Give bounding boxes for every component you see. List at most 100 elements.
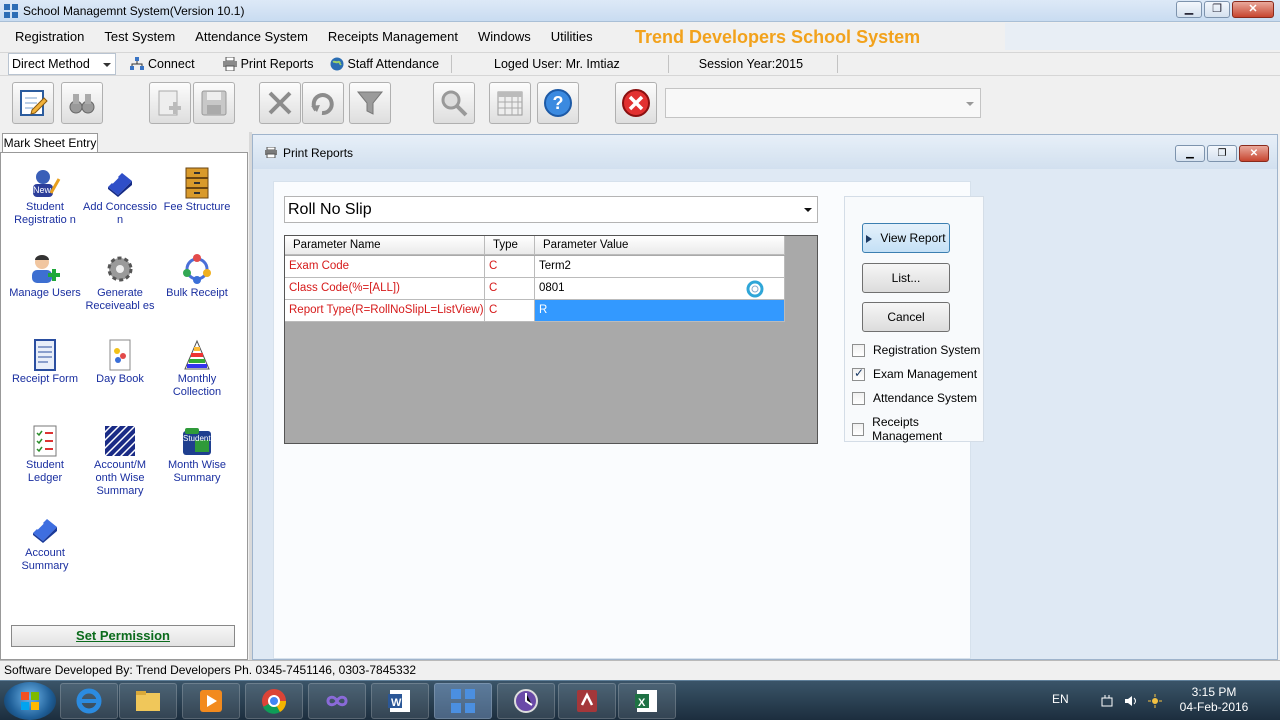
taskbar-ie[interactable] bbox=[60, 683, 118, 719]
student-month-wise-summary-item[interactable]: Student Month Wise Summary bbox=[160, 425, 234, 485]
connect-button[interactable]: Connect bbox=[122, 53, 203, 75]
taskbar-excel[interactable]: X bbox=[618, 683, 676, 719]
restore-button[interactable]: ❐ bbox=[1204, 1, 1230, 18]
delete-button[interactable] bbox=[259, 82, 301, 124]
search-binoculars-button[interactable] bbox=[61, 82, 103, 124]
cancel-button[interactable]: Cancel bbox=[862, 302, 950, 332]
checkbox-exam-management[interactable]: Exam Management bbox=[852, 366, 977, 381]
day-book-label: Day Book bbox=[96, 373, 144, 385]
tab-mark-sheet-entry[interactable]: Mark Sheet Entry bbox=[2, 133, 98, 153]
account-summary-label: Account Summary bbox=[21, 547, 69, 572]
find-button[interactable] bbox=[433, 82, 475, 124]
start-button[interactable] bbox=[4, 682, 56, 720]
header-parameter-value[interactable]: Parameter Value bbox=[535, 236, 785, 255]
view-report-button[interactable]: View Report bbox=[862, 223, 950, 253]
checkbox-attendance-system[interactable]: Attendance System bbox=[852, 391, 977, 405]
set-permission-button[interactable]: Set Permission bbox=[11, 625, 235, 647]
table-row[interactable]: Exam Code C Term2 bbox=[285, 256, 785, 278]
add-button[interactable] bbox=[149, 82, 191, 124]
eraser-blue-icon bbox=[33, 519, 57, 543]
menu-receipts-management[interactable]: Receipts Management bbox=[318, 23, 468, 50]
table-row[interactable]: Report Type(R=RollNoSlipL=ListView) C R bbox=[285, 300, 785, 322]
menu-utilities[interactable]: Utilities bbox=[541, 23, 603, 50]
menu-attendance-system[interactable]: Attendance System bbox=[185, 23, 318, 50]
svg-text:W: W bbox=[391, 697, 402, 709]
student-registration-item[interactable]: New Student Registratio n bbox=[8, 167, 82, 227]
taskbar-explorer[interactable] bbox=[119, 683, 177, 719]
method-select[interactable]: Direct Method bbox=[8, 53, 116, 75]
menu-test-system[interactable]: Test System bbox=[94, 23, 185, 50]
filter-button[interactable] bbox=[349, 82, 391, 124]
internet-explorer-icon bbox=[76, 688, 102, 714]
param-value-cell[interactable]: 0801 bbox=[535, 278, 785, 300]
taskbar-access[interactable] bbox=[558, 683, 616, 719]
table-row[interactable]: Class Code(%=[ALL]) C 0801 bbox=[285, 278, 785, 300]
save-button[interactable] bbox=[193, 82, 235, 124]
palette-icon bbox=[184, 339, 210, 370]
language-indicator[interactable]: EN bbox=[1052, 692, 1069, 706]
header-type[interactable]: Type bbox=[485, 236, 535, 255]
taskbar-media-player[interactable] bbox=[182, 683, 240, 719]
param-value-cell-selected[interactable]: R bbox=[535, 300, 785, 322]
generate-receiveables-item[interactable]: Generate Receiveabl es bbox=[83, 253, 157, 313]
window-title: School Managemnt System(Version 10.1) bbox=[23, 3, 245, 18]
volume-icon[interactable] bbox=[1124, 694, 1138, 708]
add-concession-item[interactable]: Add Concessio n bbox=[83, 167, 157, 227]
taskbar-school-system[interactable] bbox=[434, 683, 492, 719]
child-restore-button[interactable]: ❐ bbox=[1207, 145, 1237, 162]
checkbox-box[interactable] bbox=[852, 343, 865, 357]
taskbar-clock-app[interactable] bbox=[497, 683, 555, 719]
calendar-button[interactable] bbox=[489, 82, 531, 124]
checkbox-receipts-management[interactable]: Receipts Management bbox=[852, 415, 983, 443]
undo-icon bbox=[311, 93, 334, 116]
param-value-cell[interactable]: Term2 bbox=[535, 256, 785, 278]
receipt-form-item[interactable]: Receipt Form bbox=[8, 339, 82, 386]
account-summary-item[interactable]: Account Summary bbox=[8, 513, 82, 573]
checkbox-box-checked[interactable] bbox=[852, 366, 865, 381]
staff-attendance-button[interactable]: Staff Attendance bbox=[322, 53, 448, 75]
checkbox-registration-system[interactable]: Registration System bbox=[852, 343, 980, 357]
exit-button[interactable] bbox=[615, 82, 657, 124]
taskbar-vs[interactable] bbox=[308, 683, 366, 719]
play-icon bbox=[866, 234, 876, 243]
student-ledger-item[interactable]: Student Ledger bbox=[8, 425, 82, 485]
fee-structure-item[interactable]: Fee Structure bbox=[160, 167, 234, 214]
child-close-button[interactable]: ✕ bbox=[1239, 145, 1269, 162]
list-button[interactable]: List... bbox=[862, 263, 950, 293]
clock-date: 04-Feb-2016 bbox=[1179, 700, 1249, 714]
print-reports-button[interactable]: Print Reports bbox=[215, 53, 322, 75]
bulk-receipt-item[interactable]: Bulk Receipt bbox=[160, 253, 234, 300]
edit-button[interactable] bbox=[12, 82, 54, 124]
report-select[interactable]: Roll No Slip bbox=[284, 196, 818, 223]
menu-windows[interactable]: Windows bbox=[468, 23, 541, 50]
account-month-wise-summary-item[interactable]: Account/M onth Wise Summary bbox=[83, 425, 157, 498]
param-type-cell: C bbox=[485, 278, 535, 300]
print-reports-icon bbox=[265, 147, 277, 158]
minimize-button[interactable]: ▁ bbox=[1176, 1, 1202, 18]
checkbox-box[interactable] bbox=[852, 422, 865, 436]
folder-icon bbox=[136, 691, 160, 711]
undo-button[interactable] bbox=[302, 82, 344, 124]
menu-registration[interactable]: Registration bbox=[0, 23, 94, 50]
toolbar-combo[interactable] bbox=[665, 88, 981, 118]
param-name-cell: Class Code(%=[ALL]) bbox=[285, 278, 485, 300]
power-icon[interactable] bbox=[1100, 694, 1114, 708]
close-button[interactable]: ✕ bbox=[1232, 1, 1274, 18]
filter-icon bbox=[356, 91, 384, 115]
taskbar-word[interactable]: W bbox=[371, 683, 429, 719]
day-book-item[interactable]: Day Book bbox=[83, 339, 157, 386]
header-parameter-name[interactable]: Parameter Name bbox=[285, 236, 485, 255]
monthly-collection-item[interactable]: Monthly Collection bbox=[160, 339, 234, 399]
printer-icon bbox=[222, 57, 237, 71]
taskbar-chrome[interactable] bbox=[245, 683, 303, 719]
child-minimize-button[interactable]: ▁ bbox=[1175, 145, 1205, 162]
chrome-icon bbox=[262, 689, 287, 714]
notification-icon[interactable] bbox=[1148, 694, 1162, 708]
student-registration-icon: New bbox=[33, 170, 61, 197]
checkbox-box[interactable] bbox=[852, 391, 865, 405]
print-reports-label: Print Reports bbox=[240, 57, 314, 71]
help-button[interactable]: ? bbox=[537, 82, 579, 124]
clock[interactable]: 3:15 PM 04-Feb-2016 bbox=[1174, 685, 1254, 715]
manage-users-item[interactable]: Manage Users bbox=[8, 253, 82, 300]
calendar-grid-icon bbox=[497, 91, 523, 116]
